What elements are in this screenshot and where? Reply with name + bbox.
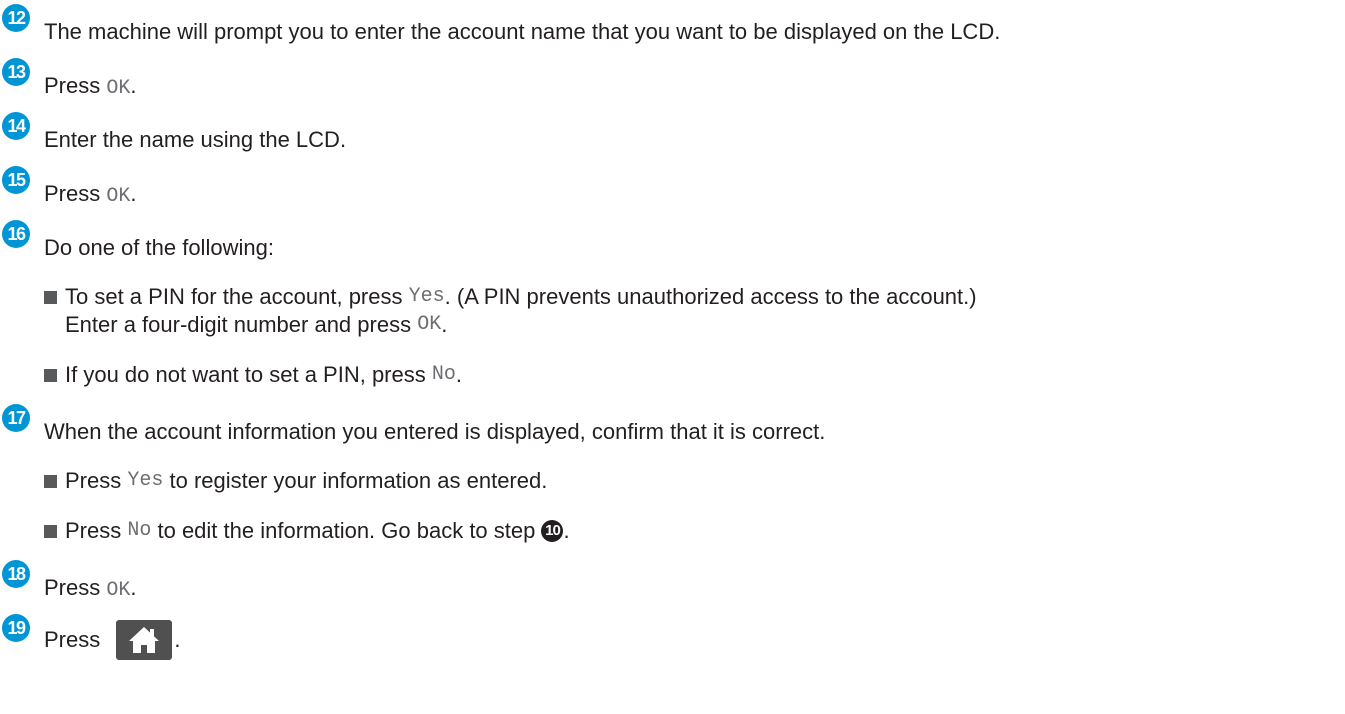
step-number: 12 (2, 4, 30, 32)
home-icon (129, 627, 160, 653)
bullet-text: If you do not want to set a PIN, press (65, 362, 432, 387)
bullet-text: to edit the information. Go back to step (151, 518, 542, 543)
bullet-square (44, 368, 57, 382)
home-button[interactable] (116, 620, 173, 660)
step-number: 15 (2, 166, 30, 194)
step-text: Press OK. (44, 575, 137, 604)
step-text: Press OK. (44, 181, 137, 210)
bullet-set-pin: To set a PIN for the account, press Yes … (44, 284, 977, 310)
step-number: 17 (2, 404, 30, 432)
bullet-square (44, 474, 57, 488)
code-ok: OK (106, 77, 131, 100)
step-text-part: Press (44, 627, 107, 652)
bullet-text: Press (65, 518, 128, 543)
code-ok: OK (106, 185, 131, 208)
step-number: 18 (2, 560, 30, 588)
bullet-text: Press (65, 468, 128, 493)
step-text-part: Press (44, 181, 107, 206)
step-text: Enter the name using the LCD. (44, 127, 347, 152)
step-number: 14 (2, 112, 30, 140)
step-text-part: . (130, 575, 137, 600)
code-ok: OK (106, 579, 131, 602)
code-no: No (127, 519, 152, 542)
bullet-set-pin-line2: Enter a four-digit number and press OK . (65, 312, 447, 338)
bullet-press-no: Press No to edit the information. Go bac… (44, 518, 570, 544)
bullet-square (44, 524, 57, 538)
code-ok: OK (417, 313, 442, 336)
step-text: When the account information you entered… (44, 419, 826, 444)
step-text: Do one of the following: (44, 235, 274, 260)
bullet-text: . (A PIN prevents unauthorized access to… (444, 284, 977, 309)
bullet-text: . (441, 312, 448, 337)
bullet-text: . (455, 362, 462, 387)
step-text: Press . (44, 620, 180, 660)
bullet-press-yes: Press Yes to register your information a… (44, 468, 547, 494)
bullet-text: to register your information as entered. (163, 468, 548, 493)
step-number: 19 (2, 614, 30, 642)
bullet-square (44, 290, 57, 304)
step-text-part: Press (44, 73, 107, 98)
step-reference-badge[interactable]: 10 (541, 520, 564, 542)
bullet-text: To set a PIN for the account, press (65, 284, 409, 309)
step-number: 13 (2, 58, 30, 86)
step-text-part: Press (44, 575, 107, 600)
step-number: 16 (2, 220, 30, 248)
step-text: The machine will prompt you to enter the… (44, 19, 1001, 44)
code-yes: Yes (127, 469, 164, 492)
step-text-part: . (130, 181, 137, 206)
step-text-part: . (130, 73, 137, 98)
bullet-text: Enter a four-digit number and press (65, 312, 418, 337)
step-text: Press OK. (44, 73, 137, 102)
step-text-part: . (174, 627, 181, 652)
bullet-no-pin: If you do not want to set a PIN, press N… (44, 362, 462, 388)
code-no: No (431, 363, 456, 386)
code-yes: Yes (408, 285, 445, 308)
bullet-text: . (563, 518, 570, 543)
